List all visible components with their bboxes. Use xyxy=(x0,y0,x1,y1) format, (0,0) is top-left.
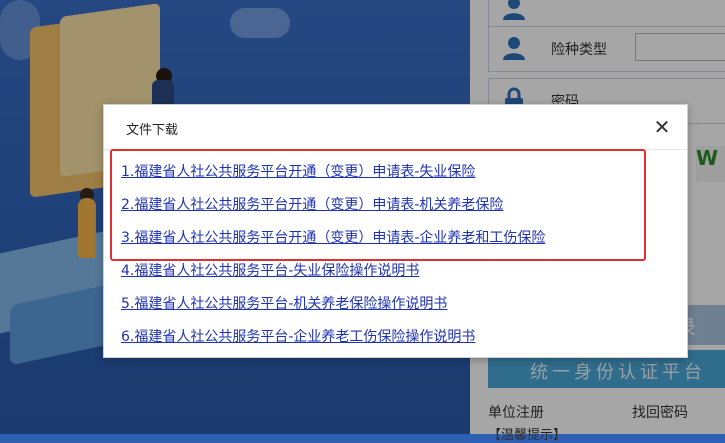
close-icon[interactable]: ✕ xyxy=(652,117,672,137)
list-item: 6.福建省人社公共服务平台-企业养老工伤保险操作说明书 xyxy=(121,326,545,359)
file-link-4[interactable]: 4.福建省人社公共服务平台-失业保险操作说明书 xyxy=(121,263,419,279)
dialog-header: 文件下载 ✕ xyxy=(104,105,687,150)
highlight-box xyxy=(110,149,646,261)
list-item: 4.福建省人社公共服务平台-失业保险操作说明书 xyxy=(121,260,545,293)
dialog-title: 文件下载 xyxy=(126,123,179,138)
file-link-6[interactable]: 6.福建省人社公共服务平台-企业养老工伤保险操作说明书 xyxy=(121,329,475,345)
list-item: 5.福建省人社公共服务平台-机关养老保险操作说明书 xyxy=(121,293,545,326)
file-link-5[interactable]: 5.福建省人社公共服务平台-机关养老保险操作说明书 xyxy=(121,296,447,312)
